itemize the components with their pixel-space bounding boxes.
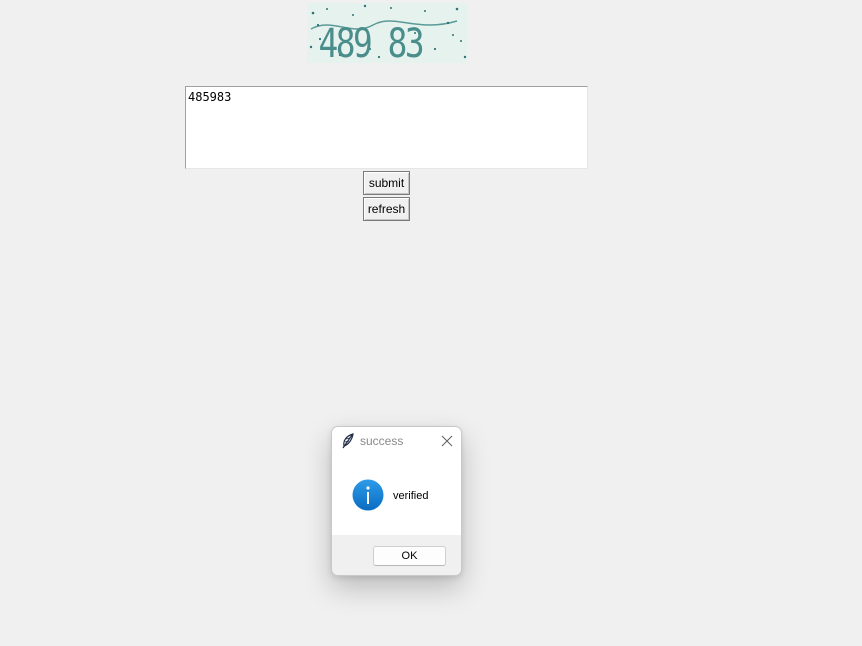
refresh-button[interactable]: refresh [363,197,410,221]
submit-button[interactable]: submit [363,171,410,195]
app-window: 489 83 485983 submit refresh success ver… [0,0,862,646]
ok-button[interactable]: OK [373,546,446,566]
captcha-answer-input[interactable]: 485983 [185,86,588,169]
dialog-footer: OK [332,535,461,575]
dialog-message: verified [393,490,429,502]
dialog-titlebar: success [332,427,461,457]
success-dialog: success verified OK [331,426,462,576]
captcha-text: 489 83 [318,20,422,63]
close-icon[interactable] [438,432,456,450]
dialog-title: success [360,434,404,448]
captcha-image: 489 83 [307,3,467,63]
feather-icon [341,433,355,453]
info-icon [352,479,384,515]
